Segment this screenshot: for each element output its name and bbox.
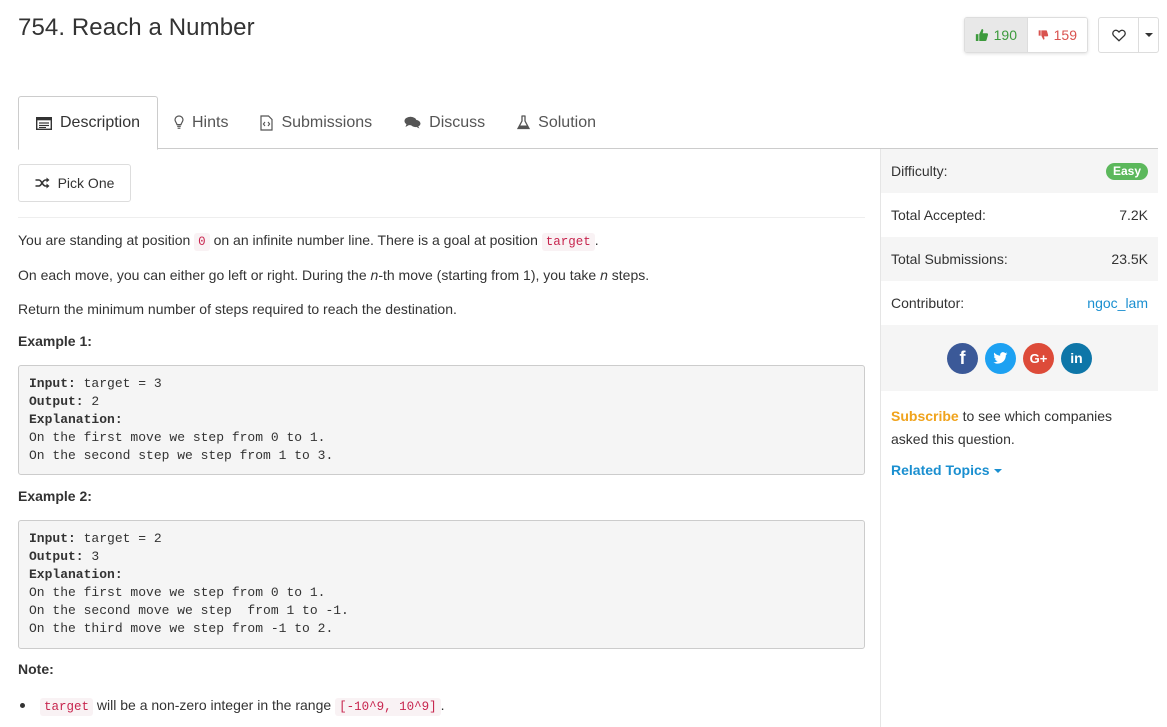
code-label: Explanation: [29, 567, 123, 582]
favorite-dropdown-toggle[interactable] [1139, 18, 1158, 52]
text-run: . [440, 697, 445, 713]
tab-label: Submissions [281, 113, 373, 131]
share-buttons: f G+ in [881, 325, 1158, 391]
code-value: target = 2 [75, 531, 162, 546]
code-value: 3 [83, 549, 100, 564]
upvote-button[interactable]: 190 [965, 18, 1028, 52]
inline-code: target [40, 698, 94, 716]
example-1-code-block: Input: target = 3 Output: 2 Explanation:… [18, 365, 865, 475]
contributor-label: Contributor: [891, 295, 965, 311]
downvote-button[interactable]: 159 [1028, 18, 1087, 52]
code-line: On the first move we step from 0 to 1. [29, 585, 326, 600]
tab-label: Description [59, 114, 141, 131]
tab-label: Hints [192, 113, 229, 131]
accepted-label: Total Accepted: [891, 207, 986, 223]
favorite-button[interactable] [1099, 18, 1139, 52]
code-value: 2 [83, 394, 100, 409]
facebook-icon: f [959, 347, 966, 368]
code-label: Output: [29, 394, 84, 409]
description-paragraph: Return the minimum number of steps requi… [18, 301, 457, 317]
code-label: Input: [29, 531, 76, 546]
submissions-label: Total Submissions: [891, 251, 1008, 267]
submissions-value: 23.5K [1111, 251, 1148, 267]
tab-solution[interactable]: Solution [501, 96, 612, 149]
thumbs-up-icon [975, 29, 989, 41]
comments-icon [404, 116, 421, 129]
text-run: steps. [607, 267, 650, 283]
text-run: You are standing at position [18, 232, 195, 248]
problem-info-sidebar: Difficulty: Easy Total Accepted: 7.2K To… [880, 149, 1158, 727]
thumbs-down-icon [1038, 30, 1049, 40]
text-run: -th move (starting from 1), you take [378, 267, 601, 283]
tab-description[interactable]: Description [18, 96, 158, 150]
difficulty-row: Difficulty: Easy [881, 149, 1158, 193]
text-run: On each move, you can either go left or … [18, 267, 371, 283]
inline-code: [-10^9, 10^9] [335, 698, 441, 716]
pick-one-button[interactable]: Pick One [18, 164, 131, 202]
code-line: On the first move we step from 0 to 1. [29, 430, 326, 445]
description-paragraph: You are standing at position 0 on an inf… [18, 230, 599, 252]
example-2-code-block: Input: target = 2 Output: 3 Explanation:… [18, 520, 865, 649]
google-plus-icon: G+ [1029, 350, 1048, 366]
code-label: Input: [29, 376, 76, 391]
code-label: Output: [29, 549, 84, 564]
list-item: target will be a non-zero integer in the… [18, 695, 444, 717]
note-list: target will be a non-zero integer in the… [18, 695, 444, 717]
tab-label: Solution [538, 113, 596, 131]
related-topics-toggle[interactable]: Related Topics [881, 451, 1158, 478]
submissions-row: Total Submissions: 23.5K [881, 237, 1158, 281]
tab-label: Discuss [429, 113, 486, 131]
related-topics-label: Related Topics [891, 462, 990, 478]
code-value: target = 3 [75, 376, 162, 391]
code-file-icon [260, 114, 274, 131]
problem-tabs: Description Hints Submissions Discuss So… [18, 96, 1158, 150]
shuffle-icon [35, 177, 50, 189]
tab-discuss[interactable]: Discuss [388, 96, 501, 149]
pick-one-label: Pick One [57, 175, 115, 191]
text-run: on an infinite number line. There is a g… [209, 232, 542, 248]
twitter-share-button[interactable] [985, 342, 1016, 374]
linkedin-share-button[interactable]: in [1061, 342, 1092, 374]
caret-down-icon [1144, 33, 1153, 37]
accepted-row: Total Accepted: 7.2K [881, 193, 1158, 237]
contributor-link[interactable]: ngoc_lam [1087, 295, 1148, 311]
code-line: On the third move we step from -1 to 2. [29, 621, 334, 636]
inline-code: target [541, 233, 595, 251]
upvote-count: 190 [993, 27, 1017, 43]
difficulty-badge: Easy [1105, 162, 1148, 180]
google-plus-share-button[interactable]: G+ [1023, 342, 1054, 374]
inline-code: 0 [194, 233, 210, 251]
contributor-row: Contributor: ngoc_lam [881, 281, 1158, 325]
facebook-share-button[interactable]: f [947, 342, 978, 374]
lightbulb-icon [174, 115, 184, 129]
code-line: On the second step we step from 1 to 3. [29, 448, 334, 463]
content-divider [18, 217, 865, 218]
subscribe-prompt: Subscribe to see which companies asked t… [881, 391, 1158, 451]
description-paragraph: On each move, you can either go left or … [18, 265, 649, 285]
favorite-group [1098, 17, 1159, 53]
code-line: On the second move we step from 1 to -1. [29, 603, 349, 618]
twitter-icon [993, 352, 1008, 364]
text-run: . [594, 232, 599, 248]
linkedin-icon: in [1070, 350, 1083, 366]
downvote-count: 159 [1053, 27, 1077, 43]
example-2-heading: Example 2: [18, 488, 92, 504]
description-icon [35, 116, 52, 130]
vote-group: 190 159 [964, 17, 1088, 53]
example-1-heading: Example 1: [18, 333, 92, 349]
note-heading: Note: [18, 661, 54, 677]
difficulty-label: Difficulty: [891, 163, 948, 179]
code-label: Explanation: [29, 412, 123, 427]
text-run: will be a non-zero integer in the range [93, 697, 336, 713]
subscribe-link[interactable]: Subscribe [891, 408, 959, 424]
accepted-value: 7.2K [1119, 207, 1148, 223]
tab-hints[interactable]: Hints [158, 96, 244, 149]
page-title: 754. Reach a Number [18, 14, 255, 41]
caret-down-icon [993, 468, 1002, 473]
emphasis: n [600, 267, 608, 283]
heart-icon [1111, 29, 1126, 42]
tab-submissions[interactable]: Submissions [244, 96, 388, 149]
flask-icon [517, 115, 531, 130]
